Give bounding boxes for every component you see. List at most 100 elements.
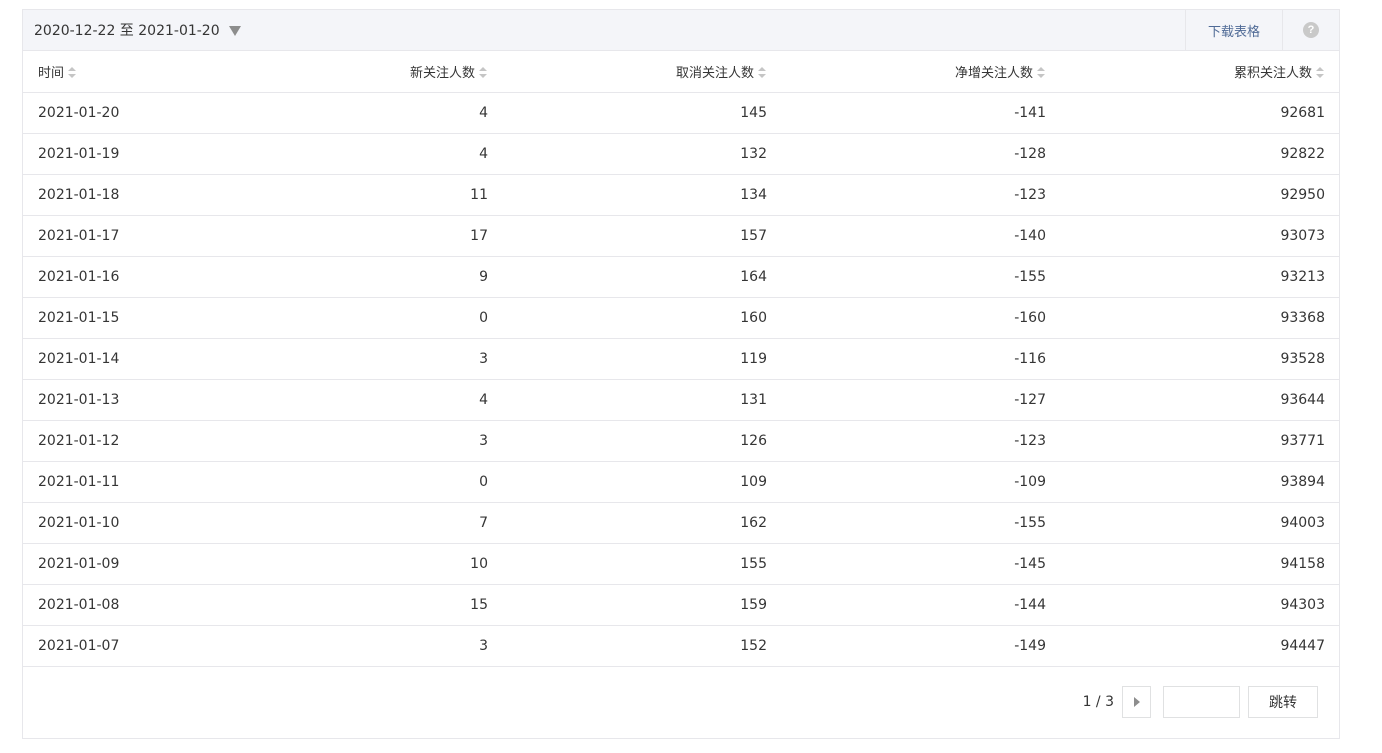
table-cell: 2021-01-17 [23, 215, 223, 257]
table-row: 2021-01-15 0 160 -160 93368 [23, 297, 1339, 339]
table-cell: 93528 [1060, 338, 1339, 380]
table-cell: 92822 [1060, 133, 1339, 175]
table-cell: 2021-01-18 [23, 174, 223, 216]
table-cell: -155 [781, 502, 1060, 544]
table-cell: 92681 [1060, 92, 1339, 134]
table-cell: 93213 [1060, 256, 1339, 298]
table-row: 2021-01-16 9 164 -155 93213 [23, 256, 1339, 298]
table-cell: 93073 [1060, 215, 1339, 257]
table-cell: 132 [502, 133, 781, 175]
table-cell: 92950 [1060, 174, 1339, 216]
table-cell: -144 [781, 584, 1060, 626]
download-table-button[interactable]: 下载表格 [1185, 10, 1282, 50]
table-cell: 2021-01-14 [23, 338, 223, 380]
table-row: 2021-01-18 11 134 -123 92950 [23, 174, 1339, 216]
table-row: 2021-01-12 3 126 -123 93771 [23, 420, 1339, 462]
table-cell: 94158 [1060, 543, 1339, 585]
table-cell: 3 [223, 420, 502, 462]
table-cell: 93368 [1060, 297, 1339, 339]
jump-button[interactable]: 跳转 [1248, 686, 1318, 718]
table-cell: 2021-01-15 [23, 297, 223, 339]
table-cell: 157 [502, 215, 781, 257]
table-cell: 155 [502, 543, 781, 585]
table-cell: 164 [502, 256, 781, 298]
table-cell: 2021-01-13 [23, 379, 223, 421]
table-cell: 0 [223, 297, 502, 339]
next-page-icon [1133, 697, 1140, 707]
table-row: 2021-01-13 4 131 -127 93644 [23, 379, 1339, 421]
column-header-1[interactable]: 新关注人数 [223, 51, 502, 93]
table-cell: -127 [781, 379, 1060, 421]
column-header-label: 时间 [38, 65, 65, 81]
table-cell: 2021-01-12 [23, 420, 223, 462]
table-cell: 134 [502, 174, 781, 216]
table-cell: 94003 [1060, 502, 1339, 544]
table-cell: 4 [223, 92, 502, 134]
table-row: 2021-01-19 4 132 -128 92822 [23, 133, 1339, 175]
table-row: 2021-01-14 3 119 -116 93528 [23, 338, 1339, 380]
sort-icon[interactable] [1316, 66, 1325, 78]
table-cell: -140 [781, 215, 1060, 257]
date-range-picker[interactable]: 2020-12-22 至 2021-01-20 [23, 10, 241, 50]
sort-icon[interactable] [1037, 66, 1046, 78]
download-table-label: 下载表格 [1207, 24, 1260, 40]
table-cell: 2021-01-07 [23, 625, 223, 667]
help-icon[interactable]: ? [1303, 22, 1319, 38]
table-cell: -149 [781, 625, 1060, 667]
table-cell: 2021-01-11 [23, 461, 223, 503]
table-cell: 11 [223, 174, 502, 216]
data-panel: 2020-12-22 至 2021-01-20 下载表格 ? 时间 新关注人数 取消… [22, 9, 1340, 739]
table-cell: 119 [502, 338, 781, 380]
table-row: 2021-01-07 3 152 -149 94447 [23, 625, 1339, 667]
table-cell: 159 [502, 584, 781, 626]
column-header-label: 新关注人数 [409, 65, 475, 81]
table-row: 2021-01-10 7 162 -155 94003 [23, 502, 1339, 544]
table-cell: 160 [502, 297, 781, 339]
sort-icon[interactable] [479, 66, 488, 78]
table-cell: -145 [781, 543, 1060, 585]
table-cell: -155 [781, 256, 1060, 298]
table-row: 2021-01-17 17 157 -140 93073 [23, 215, 1339, 257]
column-header-2[interactable]: 取消关注人数 [502, 51, 781, 93]
column-header-3[interactable]: 净增关注人数 [781, 51, 1060, 93]
table-row: 2021-01-09 10 155 -145 94158 [23, 543, 1339, 585]
table-row: 2021-01-08 15 159 -144 94303 [23, 584, 1339, 626]
table-cell: -116 [781, 338, 1060, 380]
table-cell: 2021-01-08 [23, 584, 223, 626]
stats-table: 时间 新关注人数 取消关注人数 净增关注人数 累积关注人数 2021-01-20 4 145… [23, 51, 1339, 667]
table-row: 2021-01-20 4 145 -141 92681 [23, 92, 1339, 134]
table-cell: 0 [223, 461, 502, 503]
help-area: ? [1282, 10, 1339, 50]
table-cell: 4 [223, 379, 502, 421]
table-cell: 94447 [1060, 625, 1339, 667]
next-page-button[interactable] [1122, 686, 1151, 718]
column-header-0[interactable]: 时间 [23, 51, 223, 93]
column-header-label: 累积关注人数 [1233, 65, 1312, 81]
sort-icon[interactable] [68, 66, 77, 78]
table-cell: -128 [781, 133, 1060, 175]
table-cell: -123 [781, 174, 1060, 216]
pagination: 1 / 3 跳转 [1083, 686, 1318, 718]
table-cell: 4 [223, 133, 502, 175]
table-cell: 2021-01-10 [23, 502, 223, 544]
table-cell: 2021-01-19 [23, 133, 223, 175]
table-cell: -160 [781, 297, 1060, 339]
column-header-label: 取消关注人数 [675, 65, 754, 81]
date-range-label: 2020-12-22 至 2021-01-20 [34, 23, 220, 39]
table-cell: 126 [502, 420, 781, 462]
column-header-4[interactable]: 累积关注人数 [1060, 51, 1339, 93]
table-cell: -123 [781, 420, 1060, 462]
page-number-input[interactable] [1163, 686, 1240, 718]
column-header-label: 净增关注人数 [954, 65, 1033, 81]
toolbar-actions: 下载表格 ? [1185, 10, 1339, 50]
table-cell: 3 [223, 338, 502, 380]
table-header-row: 时间 新关注人数 取消关注人数 净增关注人数 累积关注人数 [23, 51, 1339, 93]
table-cell: 15 [223, 584, 502, 626]
table-cell: 94303 [1060, 584, 1339, 626]
table-cell: 2021-01-16 [23, 256, 223, 298]
table-cell: 93894 [1060, 461, 1339, 503]
sort-icon[interactable] [758, 66, 767, 78]
table-cell: 10 [223, 543, 502, 585]
table-cell: 17 [223, 215, 502, 257]
table-cell: 145 [502, 92, 781, 134]
